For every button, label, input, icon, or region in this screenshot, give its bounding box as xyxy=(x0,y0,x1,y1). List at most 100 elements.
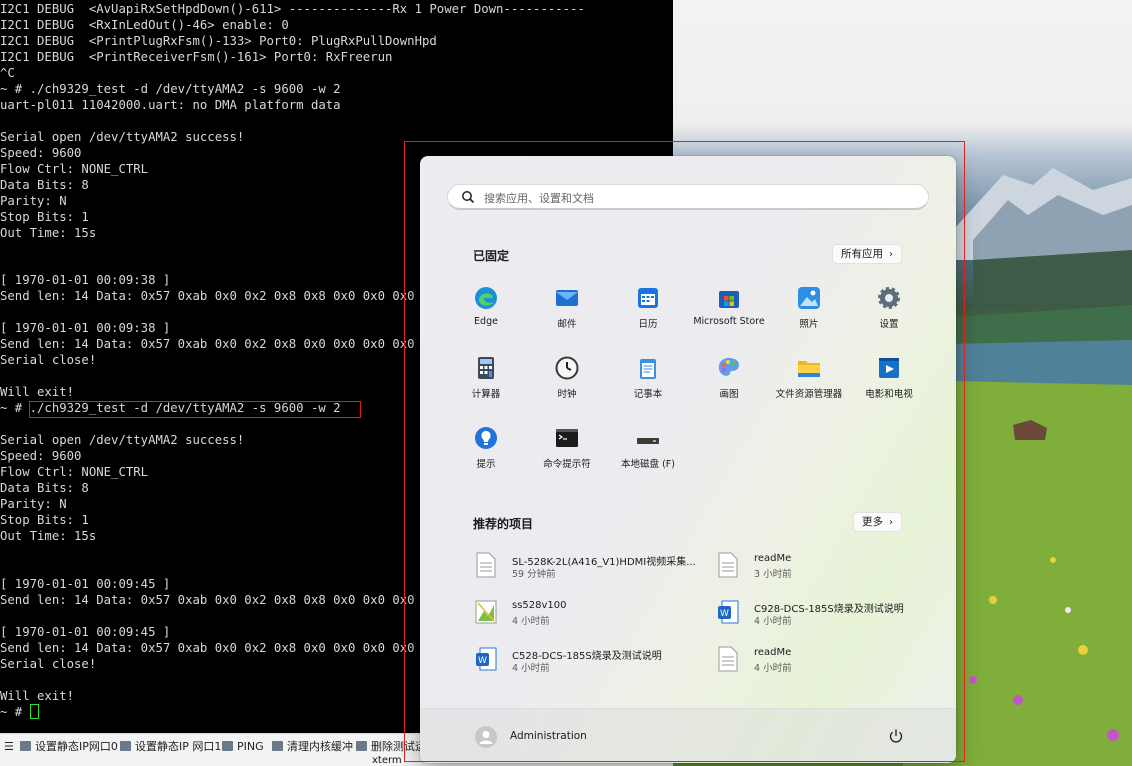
document-icon xyxy=(718,552,738,578)
svg-text:W: W xyxy=(720,609,729,619)
terminal-line: uart-pl011 11042000.uart: no DMA platfor… xyxy=(0,97,341,112)
terminal-line: Serial close! xyxy=(0,656,97,671)
document-icon xyxy=(718,646,738,672)
window-label: xterm xyxy=(372,755,402,766)
image-file-icon xyxy=(475,600,497,624)
terminal-line: Out Time: 15s xyxy=(0,225,97,240)
terminal-line: ~ # ./ch9329_test -d /dev/ttyAMA2 -s 960… xyxy=(0,81,341,96)
terminal-line: Serial close! xyxy=(0,353,97,368)
terminal-line: Speed: 9600 xyxy=(0,145,82,160)
toolbox-icon xyxy=(120,741,131,751)
pinned-app-movies[interactable]: 电影和电视 xyxy=(844,356,934,416)
recommended-item[interactable]: ss528v100 4 小时前 xyxy=(475,599,715,633)
pinned-app-mail[interactable]: 邮件 xyxy=(522,286,612,346)
terminal-line: [ 1970-01-01 00:09:45 ] xyxy=(0,624,171,639)
pinned-app-notepad[interactable]: 记事本 xyxy=(603,356,693,416)
document-icon xyxy=(476,552,496,578)
terminal-line: Out Time: 15s xyxy=(0,529,97,543)
terminal-line: Speed: 9600 xyxy=(0,449,82,464)
chevron-right-icon: › xyxy=(889,517,893,528)
pinned-app-local-disk[interactable]: 本地磁盘 (F) xyxy=(603,426,693,486)
power-icon[interactable] xyxy=(888,728,904,744)
recommended-item[interactable]: readMe 3 小时前 xyxy=(717,552,937,586)
calendar-icon xyxy=(638,288,658,308)
terminal-line: I2C1 DEBUG <PrintReceiverFsm()-161> Port… xyxy=(0,49,393,64)
pinned-app-command-prompt[interactable]: 命令提示符 xyxy=(522,426,612,486)
store-icon xyxy=(719,291,739,308)
toolbox-icon xyxy=(356,741,367,751)
terminal-cursor xyxy=(30,704,39,719)
taskbar-item-clear[interactable]: 清理内核缓冲 xyxy=(272,739,353,755)
cmd-icon xyxy=(556,429,578,447)
taskbar-item-ip0[interactable]: 设置静态IP网口0 xyxy=(20,739,118,755)
taskbar-menu-icon[interactable]: ☰ xyxy=(4,739,14,755)
pinned-app-clock[interactable]: 时钟 xyxy=(522,356,612,416)
word-icon: W xyxy=(718,600,739,624)
taskbar-item-delete[interactable]: 删除测试运 xyxy=(356,739,426,755)
terminal-line: Parity: N xyxy=(0,497,67,512)
terminal-line: [ 1970-01-01 00:09:38 ] xyxy=(0,273,171,288)
chevron-right-icon: › xyxy=(889,249,893,260)
terminal-line: Send len: 14 Data: 0x57 0xab 0x0 0x2 0x8… xyxy=(0,592,415,607)
pinned-app-settings[interactable]: 设置 xyxy=(844,286,934,346)
recommended-item[interactable]: readMe 4 小时前 xyxy=(717,646,937,680)
mail-icon xyxy=(556,290,578,306)
start-menu: 搜索应用、设置和文档 已固定 所有应用 › Edge 邮件 日历 Microsof… xyxy=(420,156,956,763)
pinned-app-photos[interactable]: 照片 xyxy=(764,286,854,346)
terminal-line: [ 1970-01-01 00:09:38 ] xyxy=(0,321,171,336)
drive-icon xyxy=(637,438,659,444)
pinned-app-store[interactable]: Microsoft Store xyxy=(684,286,774,346)
settings-icon xyxy=(878,287,900,309)
svg-text:W: W xyxy=(478,656,487,666)
search-input[interactable]: 搜索应用、设置和文档 xyxy=(447,184,929,210)
terminal-line: Data Bits: 8 xyxy=(0,177,89,192)
terminal-line: Flow Ctrl: NONE_CTRL xyxy=(0,161,149,176)
movies-icon xyxy=(879,358,899,378)
all-apps-button[interactable]: 所有应用 › xyxy=(832,244,902,264)
terminal-line: Send len: 14 Data: 0x57 0xab 0x0 0x2 0x8… xyxy=(0,337,415,352)
terminal-line: Stop Bits: 1 xyxy=(0,513,89,528)
recommended-item[interactable]: W C528-DCS-185S烧录及测试说明 4 小时前 xyxy=(475,646,715,680)
recommended-item[interactable]: SL-528K-2L(A416_V1)HDMI视频采集... 59 分钟前 xyxy=(475,552,715,586)
pinned-app-paint[interactable]: 画图 xyxy=(684,356,774,416)
terminal-line: Send len: 14 Data: 0x57 0xab 0x0 0x2 0x8… xyxy=(0,289,415,304)
terminal-line: [ 1970-01-01 00:09:45 ] xyxy=(0,576,171,591)
pinned-app-edge[interactable]: Edge xyxy=(441,286,531,346)
terminal-line: Parity: N xyxy=(0,193,67,208)
pinned-title: 已固定 xyxy=(473,249,510,263)
pinned-app-calculator[interactable]: 计算器 xyxy=(441,356,531,416)
tips-icon xyxy=(475,427,497,449)
recommended-item[interactable]: W C928-DCS-185S烧录及测试说明 4 小时前 xyxy=(717,599,937,633)
taskbar-item-ip1[interactable]: 设置静态IP 网口1 xyxy=(120,739,221,755)
taskbar-item-ping[interactable]: PING xyxy=(222,739,264,755)
pinned-app-file-explorer[interactable]: 文件资源管理器 xyxy=(764,356,854,416)
terminal-line: I2C1 DEBUG <RxInLedOut()-46> enable: 0 xyxy=(0,17,289,32)
word-icon: W xyxy=(476,647,497,671)
photos-icon xyxy=(798,287,820,309)
terminal-line: Serial open /dev/ttyAMA2 success! xyxy=(0,129,245,144)
terminal-line: Flow Ctrl: NONE_CTRL xyxy=(0,465,149,480)
user-avatar-icon[interactable] xyxy=(475,726,497,748)
more-button[interactable]: 更多 › xyxy=(853,512,902,532)
terminal-line: Will exit! xyxy=(0,688,75,703)
search-placeholder: 搜索应用、设置和文档 xyxy=(484,192,594,205)
terminal-line: Data Bits: 8 xyxy=(0,481,89,496)
terminal-line: ~ # xyxy=(0,704,30,719)
toolbox-icon xyxy=(20,741,31,751)
terminal-line: ^C xyxy=(0,65,15,80)
command-highlight-box xyxy=(29,401,361,418)
terminal-line: I2C1 DEBUG <PrintPlugRxFsm()-133> Port0:… xyxy=(0,33,437,48)
start-menu-footer: Administration xyxy=(420,708,956,763)
folder-icon xyxy=(798,361,820,377)
calculator-icon xyxy=(478,357,494,379)
notepad-icon xyxy=(640,359,656,379)
user-name[interactable]: Administration xyxy=(510,730,587,742)
terminal-line: Stop Bits: 1 xyxy=(0,209,89,224)
pinned-app-tips[interactable]: 提示 xyxy=(441,426,531,486)
edge-icon xyxy=(475,287,497,309)
terminal-line: Send len: 14 Data: 0x57 0xab 0x0 0x2 0x8… xyxy=(0,640,415,655)
search-icon xyxy=(462,191,475,204)
recommended-title: 推荐的项目 xyxy=(473,517,534,531)
pinned-app-calendar[interactable]: 日历 xyxy=(603,286,693,346)
toolbox-icon xyxy=(272,741,283,751)
